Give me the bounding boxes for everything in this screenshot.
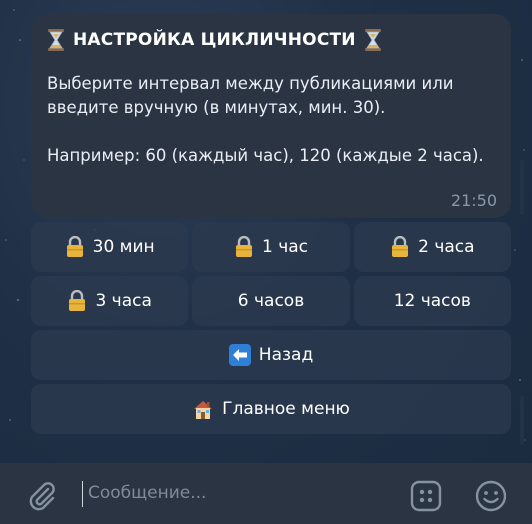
message-example: Например: 60 (каждый час), 120 (каждые 2… bbox=[47, 146, 484, 165]
interval-2h-button[interactable]: 2 часа bbox=[353, 222, 511, 272]
scrollbar-thumb[interactable] bbox=[520, 160, 524, 215]
interval-30min-button[interactable]: 30 мин bbox=[31, 222, 189, 272]
interval-3h-button[interactable]: 3 часа bbox=[31, 276, 189, 326]
message-composer bbox=[0, 463, 532, 524]
back-button[interactable]: Назад bbox=[31, 330, 511, 380]
bot-message-bubble: НАСТРОЙКА ЦИКЛИЧНОСТИ Выберите интервал … bbox=[31, 14, 511, 218]
button-label: 2 часа bbox=[418, 237, 475, 257]
emoji-icon[interactable] bbox=[474, 479, 508, 513]
hourglass-icon bbox=[48, 29, 64, 51]
message-title: НАСТРОЙКА ЦИКЛИЧНОСТИ bbox=[73, 30, 356, 50]
keyboard-row: Назад bbox=[31, 330, 511, 380]
hourglass-icon bbox=[364, 29, 381, 51]
lock-icon bbox=[69, 290, 86, 311]
button-label: 30 мин bbox=[92, 237, 155, 257]
main-menu-button[interactable]: Главное меню bbox=[31, 384, 511, 434]
lock-icon bbox=[235, 236, 252, 257]
button-label: 12 часов bbox=[393, 291, 471, 311]
inline-keyboard: 30 мин 1 час 2 часа 3 часа 6 часов 12 ча… bbox=[31, 222, 511, 438]
interval-6h-button[interactable]: 6 часов bbox=[192, 276, 350, 326]
bot-commands-icon[interactable] bbox=[410, 480, 442, 512]
message-title-row: НАСТРОЙКА ЦИКЛИЧНОСТИ bbox=[47, 28, 495, 52]
house-icon bbox=[194, 401, 213, 419]
interval-1h-button[interactable]: 1 час bbox=[192, 222, 350, 272]
scrollbar-thumb[interactable] bbox=[520, 395, 524, 445]
paperclip-icon[interactable] bbox=[26, 481, 58, 511]
keyboard-row: Главное меню bbox=[31, 384, 511, 434]
message-instruction: Выберите интервал между публикациями или… bbox=[47, 74, 454, 117]
lock-icon bbox=[392, 236, 409, 257]
message-input[interactable] bbox=[88, 483, 388, 503]
message-timestamp: 21:50 bbox=[450, 191, 497, 210]
keyboard-row: 3 часа 6 часов 12 часов bbox=[31, 276, 511, 326]
keyboard-row: 30 мин 1 час 2 часа bbox=[31, 222, 511, 272]
text-cursor bbox=[82, 481, 83, 507]
interval-12h-button[interactable]: 12 часов bbox=[353, 276, 511, 326]
lock-icon bbox=[66, 236, 83, 257]
back-arrow-icon bbox=[228, 344, 251, 366]
button-label: Назад bbox=[258, 345, 314, 365]
button-label: 3 часа bbox=[95, 291, 152, 311]
button-label: 1 час bbox=[261, 237, 308, 257]
button-label: Главное меню bbox=[222, 399, 350, 419]
button-label: 6 часов bbox=[237, 291, 305, 311]
message-body: Выберите интервал между публикациями или… bbox=[47, 72, 495, 168]
